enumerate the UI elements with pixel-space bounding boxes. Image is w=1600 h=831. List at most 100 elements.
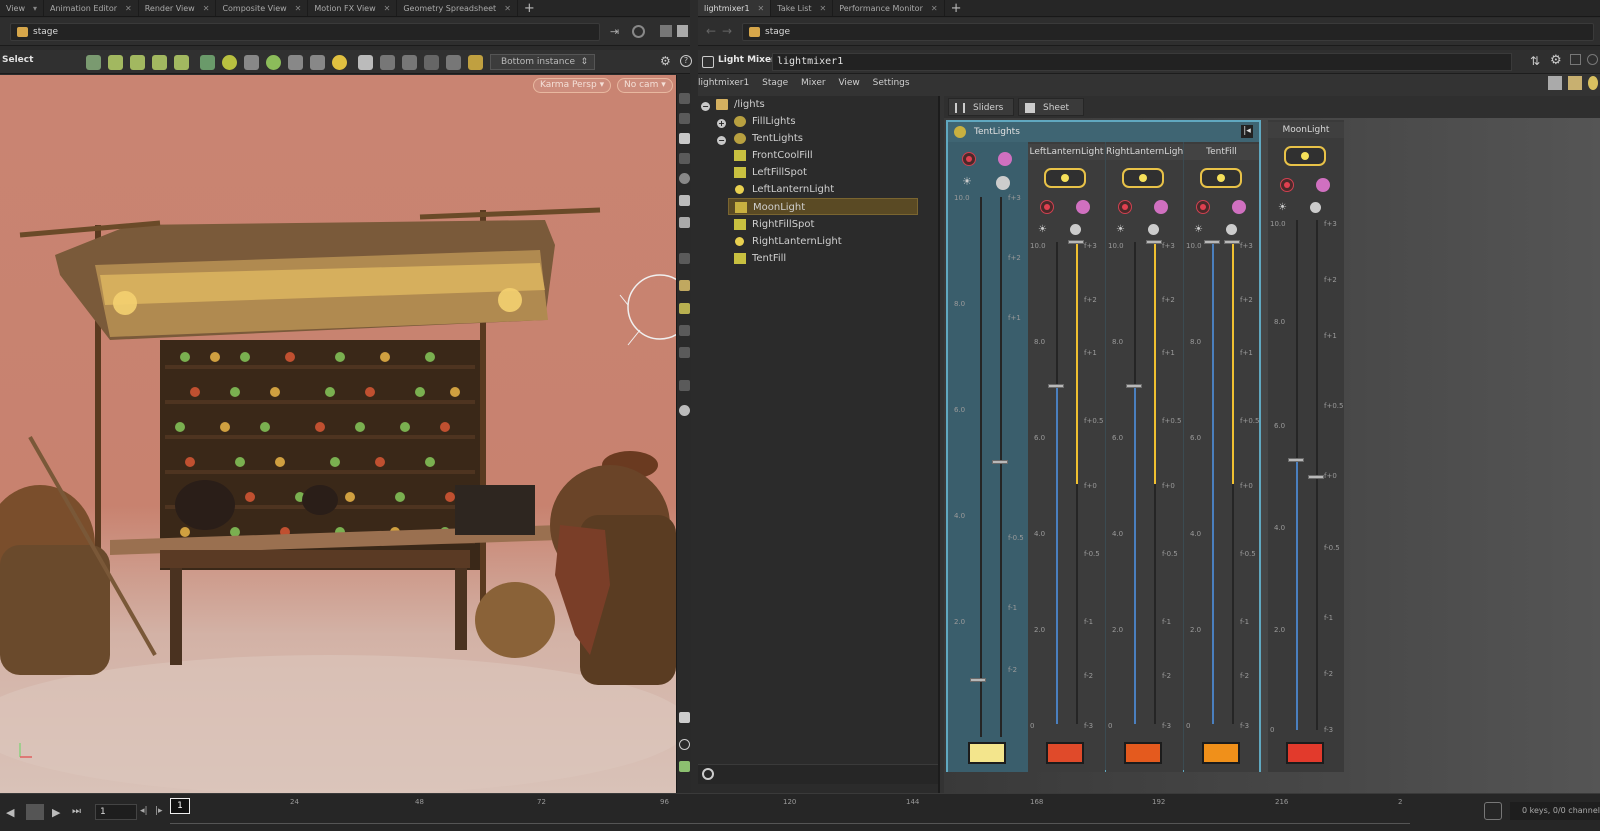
frame-field[interactable]: 1 (95, 804, 137, 820)
menu-mixer[interactable]: Mixer (801, 78, 826, 88)
add-tab-icon[interactable]: + (945, 1, 968, 16)
solo-button[interactable] (998, 152, 1012, 166)
back-arrow-icon[interactable]: ← (706, 24, 716, 38)
tab-motion-fx-view[interactable]: Motion FX View ✕ (308, 0, 398, 16)
folder-icon[interactable] (1568, 76, 1582, 90)
split-view-icon[interactable] (1548, 76, 1562, 90)
shading-icon[interactable] (679, 173, 690, 184)
tree-item-moonlight[interactable]: MoonLight (728, 198, 918, 215)
prev-key-icon[interactable]: ◂| (140, 806, 148, 816)
forward-arrow-icon[interactable]: → (722, 24, 732, 38)
light-enable-button[interactable] (1200, 168, 1242, 188)
light-color-chip[interactable] (1202, 742, 1240, 764)
menu-view[interactable]: View (838, 78, 859, 88)
search-icon[interactable] (1587, 54, 1598, 65)
tree-item-leftlanternlight[interactable]: LeftLanternLight (732, 181, 834, 198)
menu-lightmixer[interactable]: lightmixer1 (698, 78, 749, 88)
tree-search-bar[interactable] (698, 764, 938, 784)
current-frame-marker[interactable]: 1 (170, 798, 190, 814)
light-enable-button[interactable] (1044, 168, 1086, 188)
timeline-ruler[interactable]: 1 24 48 72 96 120 144 168 192 216 2 (170, 798, 1420, 828)
sync-icon[interactable] (632, 25, 645, 38)
menu-stage[interactable]: Stage (762, 78, 788, 88)
pin-view-icon[interactable] (679, 195, 690, 206)
stop-icon[interactable] (26, 804, 44, 820)
exposure-handle[interactable] (1308, 475, 1324, 479)
intensity-handle[interactable] (970, 678, 986, 682)
tree-item-rightfillspot[interactable]: RightFillSpot (732, 216, 814, 233)
tab-composite-view[interactable]: Composite View ✕ (216, 0, 309, 16)
menu-settings[interactable]: Settings (873, 78, 910, 88)
next-key-icon[interactable]: |▸ (155, 806, 163, 816)
mute-button[interactable] (1196, 200, 1210, 214)
render-icon[interactable] (679, 405, 690, 416)
visibility-icon[interactable] (679, 113, 690, 124)
tree-expand-toggle[interactable]: − (701, 102, 710, 111)
intensity-handle[interactable] (1204, 240, 1220, 244)
pick-icon[interactable] (424, 55, 439, 70)
mute-button[interactable] (1118, 200, 1132, 214)
lock-icon[interactable] (679, 133, 690, 144)
scale-tool-icon[interactable] (152, 55, 167, 70)
keys-icon[interactable] (1484, 802, 1502, 820)
tab-animation-editor[interactable]: Animation Editor ✕ (44, 0, 139, 16)
lasso-icon[interactable] (380, 55, 395, 70)
tree-item-rightlanternlight[interactable]: RightLanternLight (732, 233, 842, 250)
intensity-handle[interactable] (1048, 384, 1064, 388)
tab-lightmixer[interactable]: lightmixer1 ✕ (698, 0, 772, 16)
gear-icon[interactable]: ⚙ (660, 55, 673, 68)
background-icon[interactable] (679, 217, 690, 228)
bones-icon[interactable] (679, 347, 690, 358)
geometry-toggle-icon[interactable] (679, 303, 690, 314)
tab-sheet[interactable]: Sheet (1018, 98, 1084, 116)
play-icon[interactable]: ▶ (52, 806, 60, 819)
help-icon[interactable] (1570, 54, 1581, 65)
solo-button[interactable] (1232, 200, 1246, 214)
tab-geometry-spreadsheet[interactable]: Geometry Spreadsheet ✕ (397, 0, 518, 16)
tab-view[interactable]: View ▾ (0, 0, 44, 16)
help-icon[interactable]: ? (680, 55, 692, 67)
paint-icon[interactable] (446, 55, 461, 70)
tag-icon[interactable] (468, 55, 483, 70)
snapshot-icon[interactable] (679, 253, 690, 264)
exposure-handle[interactable] (992, 460, 1008, 464)
solo-button[interactable] (1076, 200, 1090, 214)
grid-icon[interactable] (679, 761, 690, 772)
camera-pin-icon[interactable] (679, 153, 690, 164)
tree-item-tentlights[interactable]: TentLights (732, 130, 803, 147)
close-icon[interactable] (679, 380, 690, 391)
mute-button[interactable] (1040, 200, 1054, 214)
curve-snap-icon[interactable] (244, 55, 259, 70)
scene-viewport[interactable]: Karma Persp ▾ No cam ▾ (0, 75, 676, 793)
jump-end-icon[interactable]: ⏭ (72, 806, 81, 817)
select-tool-icon[interactable] (86, 55, 101, 70)
intensity-track[interactable] (980, 197, 982, 737)
exposure-handle[interactable] (1224, 240, 1240, 244)
collapse-group-icon[interactable]: |◂ (1241, 125, 1253, 138)
handle-tool-icon[interactable] (174, 55, 189, 70)
point-snap-icon[interactable] (266, 55, 281, 70)
sort-icon[interactable]: ⇅ (1530, 54, 1540, 68)
tab-render-view[interactable]: Render View ✕ (139, 0, 217, 16)
light-color-chip[interactable] (1124, 742, 1162, 764)
grid-snap-icon[interactable] (222, 55, 237, 70)
add-tab-icon[interactable]: + (518, 1, 541, 16)
tree-item-tentfill[interactable]: TentFill (732, 250, 786, 267)
group-icon[interactable] (288, 55, 303, 70)
tree-item-frontcoolfill[interactable]: FrontCoolFill (732, 147, 813, 164)
display-options-icon[interactable] (679, 93, 690, 104)
box-select-icon[interactable] (358, 55, 373, 70)
intensity-handle[interactable] (1126, 384, 1142, 388)
light-color-chip[interactable] (1286, 742, 1324, 764)
layout-icon[interactable] (660, 25, 672, 37)
exposure-handle[interactable] (1068, 240, 1084, 244)
solo-button[interactable] (1316, 178, 1330, 192)
tree-item-filllights[interactable]: FillLights (732, 113, 796, 130)
add-light-icon[interactable] (1588, 76, 1598, 90)
move-tool-icon[interactable] (108, 55, 123, 70)
mute-button[interactable] (1280, 178, 1294, 192)
tree-expand-toggle[interactable]: − (717, 136, 726, 145)
tab-take-list[interactable]: Take List ✕ (771, 0, 834, 16)
intensity-handle[interactable] (1288, 458, 1304, 462)
guides-icon[interactable] (679, 325, 690, 336)
